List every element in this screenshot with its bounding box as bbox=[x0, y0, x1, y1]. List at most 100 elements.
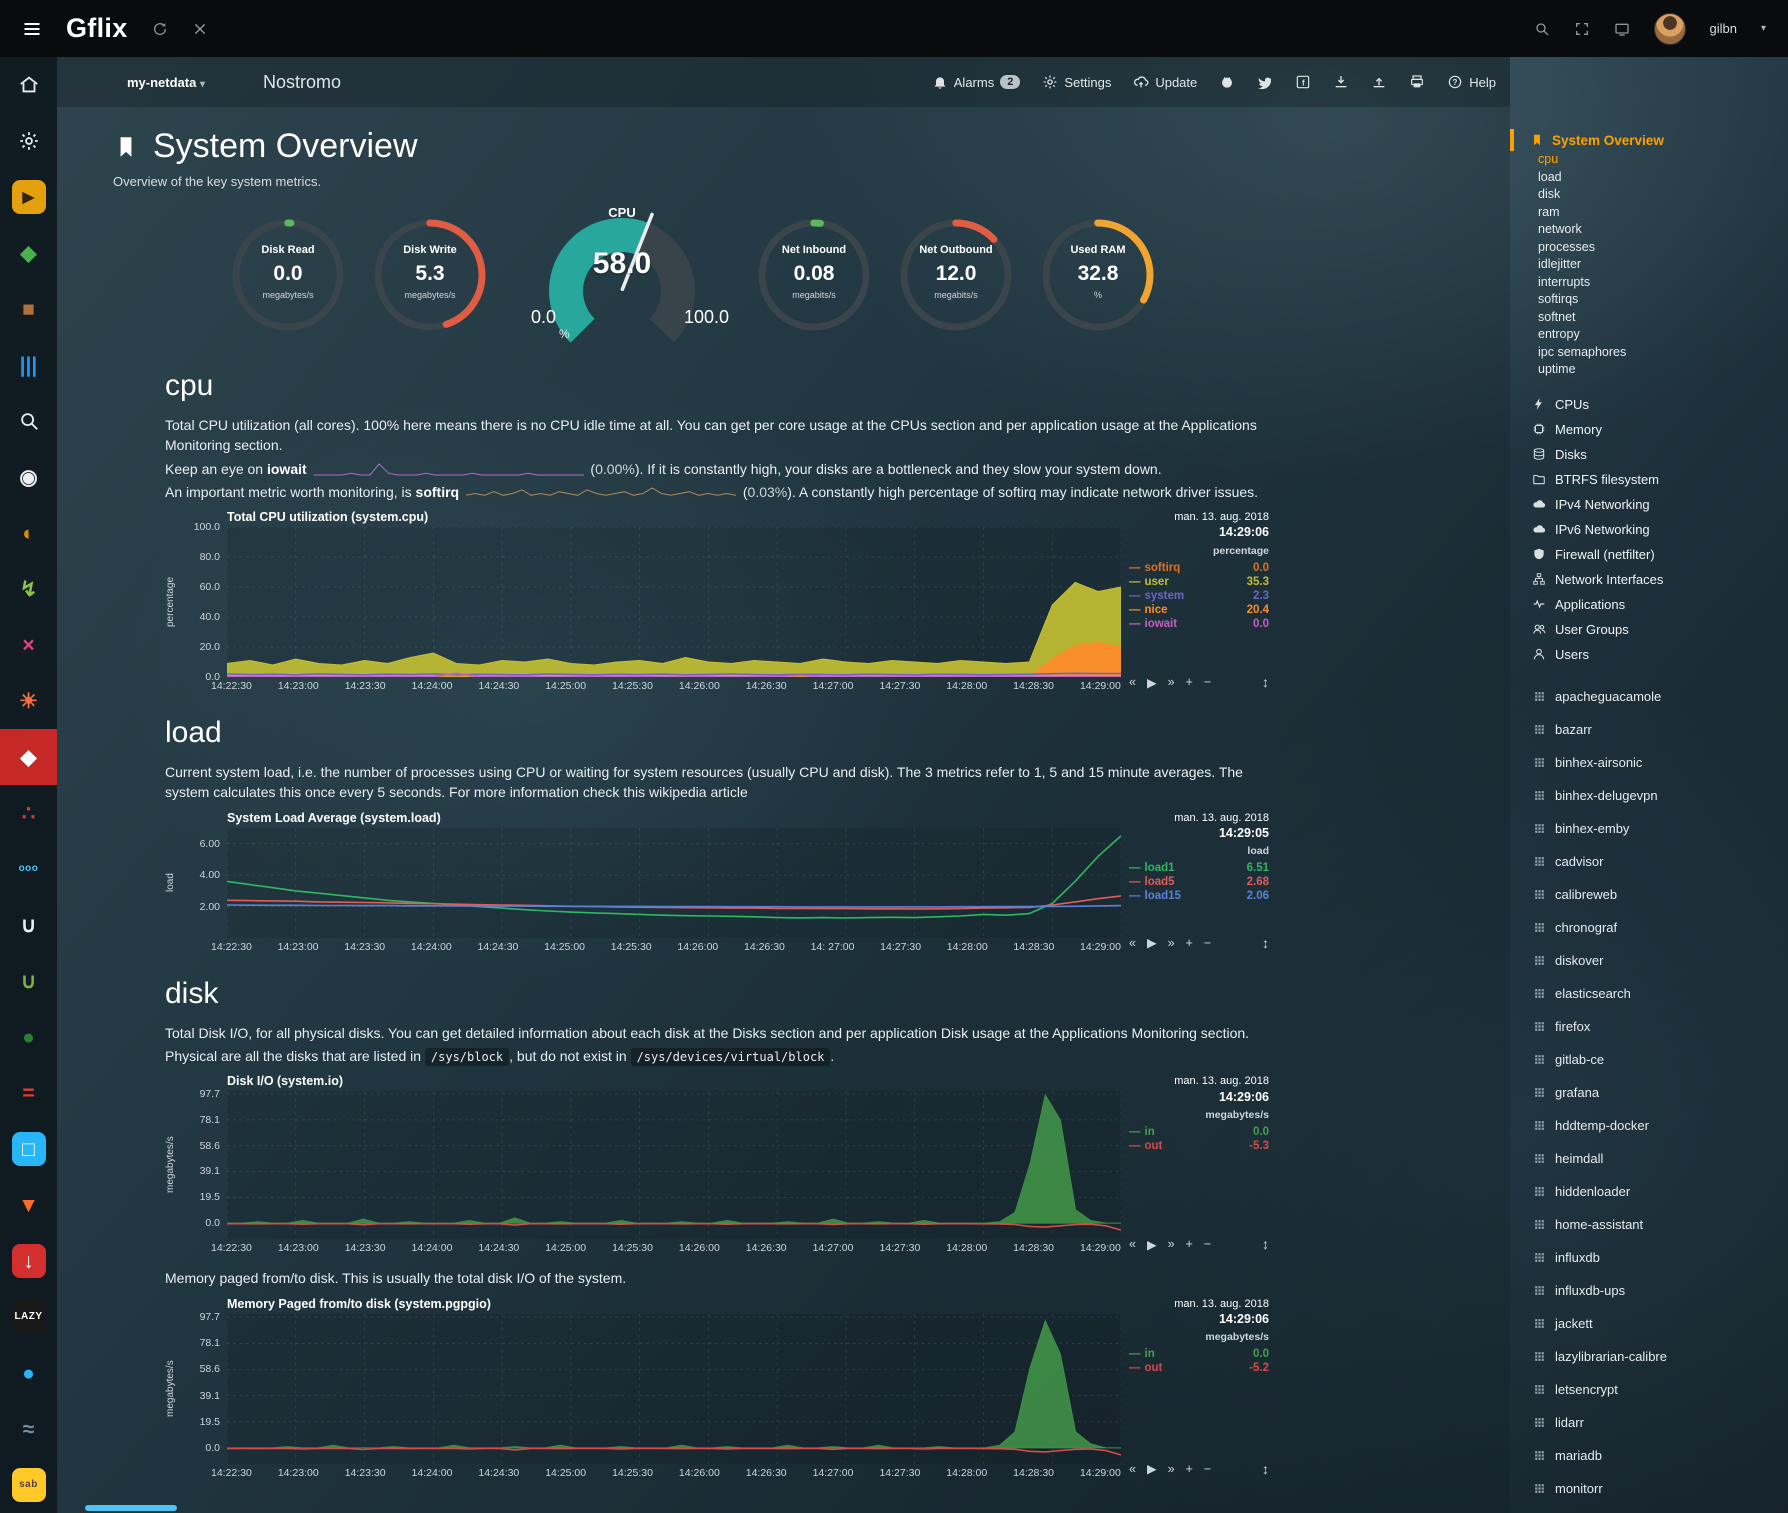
menu-sub-idlejitter[interactable]: idlejitter bbox=[1510, 256, 1788, 274]
menu-app-firefox[interactable]: firefox bbox=[1510, 1010, 1788, 1043]
gauge-cpu[interactable]: CPU 58.0 0.0 100.0 % bbox=[517, 205, 727, 345]
menu-app-calibreweb[interactable]: calibreweb bbox=[1510, 878, 1788, 911]
sidebar-app-drop[interactable]: ● bbox=[0, 1345, 57, 1401]
horizontal-scrollbar[interactable] bbox=[85, 1505, 177, 1511]
username[interactable]: gilbn bbox=[1710, 21, 1737, 36]
sidebar-app-search-app[interactable] bbox=[0, 393, 57, 449]
sidebar-app-equalizer[interactable]: ||| bbox=[0, 337, 57, 393]
menu-sub-softnet[interactable]: softnet bbox=[1510, 309, 1788, 327]
ndnav-settings[interactable]: Settings bbox=[1042, 74, 1111, 90]
menu-sub-ipc-semaphores[interactable]: ipc semaphores bbox=[1510, 344, 1788, 362]
menu-app-heimdall[interactable]: heimdall bbox=[1510, 1142, 1788, 1175]
menu-app-monitorr[interactable]: monitorr bbox=[1510, 1472, 1788, 1505]
menu-section-memory[interactable]: Memory bbox=[1510, 417, 1788, 442]
legend-item-in[interactable]: —in0.0 bbox=[1129, 1125, 1269, 1139]
sidebar-app-home[interactable] bbox=[0, 57, 57, 113]
sidebar-app-ring[interactable]: ◉ bbox=[0, 449, 57, 505]
menu-app-hddtemp-docker[interactable]: hddtemp-docker bbox=[1510, 1109, 1788, 1142]
sidebar-app-sun-gear[interactable]: ☀ bbox=[0, 673, 57, 729]
menu-sub-ram[interactable]: ram bbox=[1510, 204, 1788, 222]
zoom-out-icon[interactable]: − bbox=[1204, 936, 1211, 950]
legend-item-out[interactable]: —out-5.3 bbox=[1129, 1139, 1269, 1153]
ndnav-import-snapshot[interactable] bbox=[1333, 74, 1349, 90]
menu-app-netdata[interactable]: netdata bbox=[1510, 1505, 1788, 1513]
menu-app-bazarr[interactable]: bazarr bbox=[1510, 713, 1788, 746]
sidebar-app-gem[interactable]: ◆ bbox=[0, 225, 57, 281]
zoom-out-icon[interactable]: − bbox=[1204, 1237, 1211, 1251]
menu-sub-disk[interactable]: disk bbox=[1510, 186, 1788, 204]
sidebar-app-shield-app[interactable]: ◆ bbox=[0, 729, 57, 785]
menu-app-grafana[interactable]: grafana bbox=[1510, 1076, 1788, 1109]
sidebar-app-sab[interactable]: sab bbox=[0, 1457, 57, 1513]
menu-sub-network[interactable]: network bbox=[1510, 221, 1788, 239]
menu-app-cadvisor[interactable]: cadvisor bbox=[1510, 845, 1788, 878]
sidebar-app-settings[interactable] bbox=[0, 113, 57, 169]
menu-app-home-assistant[interactable]: home-assistant bbox=[1510, 1208, 1788, 1241]
sidebar-app-down-tile[interactable]: ↓ bbox=[0, 1233, 57, 1289]
menu-section-ipv6-networking[interactable]: IPv6 Networking bbox=[1510, 517, 1788, 542]
legend-item-user[interactable]: —user35.3 bbox=[1129, 575, 1269, 589]
legend-item-nice[interactable]: —nice20.4 bbox=[1129, 603, 1269, 617]
host-selector[interactable]: my-netdata ▾ bbox=[127, 75, 205, 90]
menu-section-network-interfaces[interactable]: Network Interfaces bbox=[1510, 567, 1788, 592]
menu-app-influxdb[interactable]: influxdb bbox=[1510, 1241, 1788, 1274]
menu-app-apacheguacamole[interactable]: apacheguacamole bbox=[1510, 680, 1788, 713]
legend-item-load5[interactable]: —load52.68 bbox=[1129, 875, 1269, 889]
menu-section-disks[interactable]: Disks bbox=[1510, 442, 1788, 467]
menu-sub-entropy[interactable]: entropy bbox=[1510, 326, 1788, 344]
menu-app-influxdb-ups[interactable]: influxdb-ups bbox=[1510, 1274, 1788, 1307]
close-icon[interactable] bbox=[192, 21, 208, 37]
menu-app-lidarr[interactable]: lidarr bbox=[1510, 1406, 1788, 1439]
pan-forward-icon[interactable]: » bbox=[1168, 1462, 1175, 1476]
pan-forward-icon[interactable]: » bbox=[1168, 936, 1175, 950]
sidebar-app-half-circle[interactable]: ◐ bbox=[0, 505, 57, 561]
cast-icon[interactable] bbox=[1614, 21, 1630, 37]
user-menu-caret-icon[interactable]: ▾ bbox=[1761, 23, 1766, 34]
menu-system-overview[interactable]: System Overview bbox=[1510, 129, 1788, 151]
menu-app-elasticsearch[interactable]: elasticsearch bbox=[1510, 977, 1788, 1010]
menu-section-applications[interactable]: Applications bbox=[1510, 592, 1788, 617]
menu-section-firewall-netfilter-[interactable]: Firewall (netfilter) bbox=[1510, 542, 1788, 567]
menu-app-jackett[interactable]: jackett bbox=[1510, 1307, 1788, 1340]
menu-app-gitlab-ce[interactable]: gitlab-ce bbox=[1510, 1043, 1788, 1076]
user-avatar[interactable] bbox=[1654, 13, 1686, 45]
gauge-disk-write[interactable]: Disk Write 5.3 megabytes/s bbox=[371, 216, 489, 334]
legend-item-iowait[interactable]: —iowait0.0 bbox=[1129, 617, 1269, 631]
ndnav-twitter[interactable] bbox=[1257, 74, 1273, 90]
resize-handle-icon[interactable]: ↕ bbox=[1262, 1461, 1269, 1477]
pan-backward-icon[interactable]: « bbox=[1129, 936, 1136, 950]
pan-backward-icon[interactable]: « bbox=[1129, 1237, 1136, 1251]
play-icon[interactable]: ▶ bbox=[1147, 1461, 1157, 1476]
menu-section-cpus[interactable]: CPUs bbox=[1510, 392, 1788, 417]
sidebar-app-cloud-circles[interactable]: ooo bbox=[0, 841, 57, 897]
ndnav-alarms[interactable]: Alarms2 bbox=[932, 74, 1021, 90]
menu-sub-softirqs[interactable]: softirqs bbox=[1510, 291, 1788, 309]
play-icon[interactable]: ▶ bbox=[1147, 1237, 1157, 1252]
zoom-in-icon[interactable]: + bbox=[1186, 936, 1193, 950]
sidebar-app-crate[interactable]: ■ bbox=[0, 281, 57, 337]
zoom-in-icon[interactable]: + bbox=[1186, 675, 1193, 689]
sidebar-app-u-green[interactable]: ∪ bbox=[0, 953, 57, 1009]
menu-section-users[interactable]: Users bbox=[1510, 642, 1788, 667]
zoom-out-icon[interactable]: − bbox=[1204, 1462, 1211, 1476]
legend-item-load15[interactable]: —load152.06 bbox=[1129, 889, 1269, 903]
sidebar-app-bolt-app[interactable]: ↯ bbox=[0, 561, 57, 617]
legend-item-load1[interactable]: —load16.51 bbox=[1129, 861, 1269, 875]
menu-app-mariadb[interactable]: mariadb bbox=[1510, 1439, 1788, 1472]
ndnav-print[interactable] bbox=[1409, 74, 1425, 90]
resize-handle-icon[interactable]: ↕ bbox=[1262, 935, 1269, 951]
ndnav-github[interactable] bbox=[1219, 74, 1235, 90]
ndnav-export-snapshot[interactable] bbox=[1371, 74, 1387, 90]
menu-app-lazylibrarian-calibre[interactable]: lazylibrarian-calibre bbox=[1510, 1340, 1788, 1373]
menu-app-diskover[interactable]: diskover bbox=[1510, 944, 1788, 977]
menu-sub-uptime[interactable]: uptime bbox=[1510, 361, 1788, 379]
menu-sub-interrupts[interactable]: interrupts bbox=[1510, 274, 1788, 292]
refresh-icon[interactable] bbox=[152, 21, 168, 37]
sidebar-app-fox[interactable]: ▼ bbox=[0, 1177, 57, 1233]
pan-forward-icon[interactable]: » bbox=[1168, 1237, 1175, 1251]
sidebar-app-bars-red[interactable]: = bbox=[0, 1065, 57, 1121]
resize-handle-icon[interactable]: ↕ bbox=[1262, 674, 1269, 690]
hamburger-menu-icon[interactable] bbox=[22, 19, 42, 39]
sidebar-app-disc-green[interactable]: ● bbox=[0, 1009, 57, 1065]
menu-app-binhex-delugevpn[interactable]: binhex-delugevpn bbox=[1510, 779, 1788, 812]
